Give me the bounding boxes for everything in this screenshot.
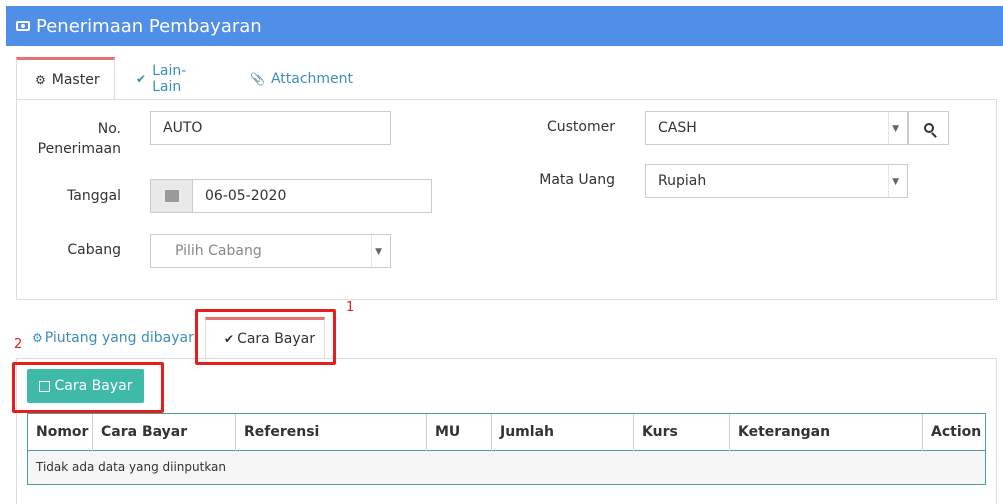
mata-uang-label: Mata Uang bbox=[539, 172, 615, 188]
tanggal-input[interactable]: 06-05-2020 bbox=[192, 179, 432, 213]
no-penerimaan-label: No. Penerimaan bbox=[37, 121, 121, 157]
tab-master[interactable]: ⚙ Master bbox=[16, 57, 115, 100]
tanggal-label: Tanggal bbox=[67, 188, 121, 204]
cabang-label: Cabang bbox=[67, 242, 121, 258]
tab-attachment[interactable]: 📎 Attachment bbox=[232, 57, 372, 100]
column-header: Referensi bbox=[236, 414, 427, 451]
customer-value: CASH bbox=[658, 120, 697, 136]
search-icon bbox=[923, 123, 934, 133]
column-header: Cara Bayar bbox=[93, 414, 236, 451]
calendar-button[interactable] bbox=[150, 179, 192, 213]
column-header: Keterangan bbox=[730, 414, 923, 451]
calendar-icon bbox=[164, 190, 179, 202]
marker-2: 2 bbox=[14, 337, 23, 352]
empty-table-message: Tidak ada data yang diinputkan bbox=[28, 451, 985, 484]
tab-label: Master bbox=[51, 71, 100, 88]
check-circle-icon: ✔ bbox=[136, 71, 147, 86]
cogs-icon: ⚙ bbox=[35, 72, 46, 87]
customer-search-button[interactable] bbox=[908, 111, 949, 145]
no-penerimaan-input[interactable]: AUTO bbox=[150, 111, 391, 145]
column-header: Action bbox=[931, 424, 982, 440]
column-header: Nomor bbox=[28, 414, 93, 451]
tab-label: Piutang yang dibayar bbox=[44, 330, 194, 346]
column-header: Jumlah bbox=[492, 414, 634, 451]
column-header: MU bbox=[427, 414, 492, 451]
mata-uang-value: Rupiah bbox=[658, 173, 707, 189]
caret-down-icon: ▼ bbox=[892, 124, 899, 134]
highlight-box-1 bbox=[195, 309, 336, 365]
money-icon bbox=[16, 21, 30, 31]
customer-label: Customer bbox=[546, 119, 615, 135]
cara-bayar-table: Nomor Cara Bayar Referensi MU Jumlah Kur… bbox=[27, 413, 986, 485]
caret-down-icon: ▼ bbox=[375, 247, 382, 257]
select-divider bbox=[888, 112, 889, 144]
page-title: Penerimaan Pembayaran bbox=[36, 15, 262, 37]
mata-uang-select[interactable]: Rupiah ▼ bbox=[645, 164, 908, 198]
highlight-box-2 bbox=[12, 362, 164, 413]
tab-label: Lain-Lain bbox=[152, 62, 187, 95]
customer-select[interactable]: CASH ▼ bbox=[645, 111, 908, 145]
cogs-icon: ⚙ bbox=[32, 331, 43, 345]
marker-1: 1 bbox=[346, 300, 355, 315]
page-header: Penerimaan Pembayaran bbox=[6, 6, 1003, 46]
select-divider bbox=[888, 165, 889, 197]
caret-down-icon: ▼ bbox=[892, 177, 899, 187]
tab-lain-lain[interactable]: ✔ Lain-Lain bbox=[118, 57, 228, 100]
tab-label: Attachment bbox=[270, 70, 354, 87]
tab-piutang-yang-dibayar[interactable]: ⚙ Piutang yang dibayar bbox=[20, 317, 206, 359]
table-header-row: Nomor Cara Bayar Referensi MU Jumlah Kur… bbox=[28, 414, 985, 451]
paperclip-icon: 📎 bbox=[250, 71, 265, 86]
column-header: Kurs bbox=[634, 414, 730, 451]
cabang-select[interactable]: Pilih Cabang ▼ bbox=[150, 234, 391, 268]
cabang-placeholder: Pilih Cabang bbox=[175, 243, 262, 259]
select-divider bbox=[371, 235, 372, 267]
